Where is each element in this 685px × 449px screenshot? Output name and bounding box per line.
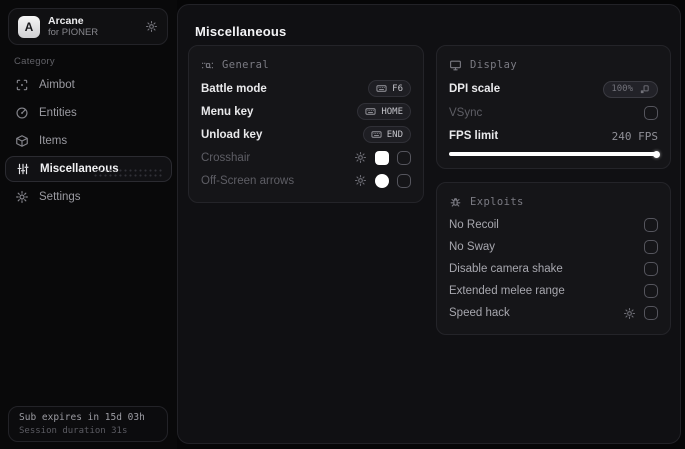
exploits-card-header: Exploits bbox=[449, 192, 658, 212]
general-row: Unload key END bbox=[201, 123, 411, 146]
vsync-checkbox[interactable] bbox=[644, 106, 658, 120]
sidebar-item-settings[interactable]: Settings bbox=[0, 183, 177, 211]
session-duration-text: Session duration 31s bbox=[19, 426, 128, 436]
fps-limit-label: FPS limit bbox=[449, 130, 499, 142]
setting-label: Menu key bbox=[201, 105, 254, 118]
exploit-label: Extended melee range bbox=[449, 285, 565, 297]
keyboard-icon bbox=[376, 83, 387, 94]
general-card-header: General bbox=[201, 55, 411, 75]
sidebar-item-label: Items bbox=[39, 135, 68, 147]
sidebar: A Arcane for PIONER Category Aimbot Entit… bbox=[0, 0, 177, 449]
general-card: General Battle mode F6 Menu key HOME Unload … bbox=[188, 45, 424, 203]
page-title: Miscellaneous bbox=[195, 24, 287, 39]
sidebar-item-items[interactable]: Items bbox=[0, 127, 177, 155]
setting-checkbox[interactable] bbox=[397, 150, 411, 165]
keybind-chip[interactable]: F6 bbox=[368, 80, 411, 97]
exploit-checkbox[interactable] bbox=[644, 262, 658, 276]
display-card-title: Display bbox=[470, 59, 518, 71]
exploit-label: Disable camera shake bbox=[449, 263, 563, 275]
exploit-row: Extended melee range bbox=[449, 280, 658, 302]
fps-limit-slider[interactable] bbox=[449, 150, 660, 158]
sliders-icon bbox=[201, 59, 214, 72]
keybind-value: F6 bbox=[392, 83, 403, 94]
bug-icon bbox=[449, 196, 462, 209]
keybind-chip[interactable]: END bbox=[362, 126, 411, 143]
color-swatch[interactable] bbox=[375, 150, 389, 165]
vsync-label: VSync bbox=[449, 107, 483, 119]
setting-checkbox[interactable] bbox=[397, 173, 411, 188]
general-row: Crosshair bbox=[201, 146, 411, 169]
category-label: Category bbox=[14, 56, 55, 67]
gear-icon[interactable] bbox=[354, 174, 367, 187]
gear-icon bbox=[15, 190, 29, 204]
app-subtitle: for PIONER bbox=[48, 27, 99, 38]
keybind-value: HOME bbox=[381, 106, 403, 117]
sub-expiry-text: Sub expires in 15d 03h bbox=[19, 412, 145, 423]
sidebar-item-entities[interactable]: Entities bbox=[0, 99, 177, 127]
dpi-scale-value: 100% bbox=[611, 84, 633, 94]
exploits-card: Exploits No Recoil No Sway Disable camera … bbox=[436, 182, 671, 335]
exploit-label: No Recoil bbox=[449, 219, 499, 231]
general-rows: Battle mode F6 Menu key HOME Unload key END Cr… bbox=[201, 77, 411, 192]
monitor-icon bbox=[449, 59, 462, 72]
exploit-checkbox[interactable] bbox=[644, 306, 658, 320]
sidebar-nav: Aimbot Entities Items Miscellaneous Settings bbox=[0, 71, 177, 211]
sidebar-item-label: Entities bbox=[39, 107, 77, 119]
gear-icon[interactable] bbox=[145, 20, 158, 33]
display-card: Display DPI scale 100% VSync FPS limit 2… bbox=[436, 45, 671, 169]
display-card-header: Display bbox=[449, 55, 658, 75]
dpi-scale-select[interactable]: 100% bbox=[603, 80, 658, 98]
brand-card: A Arcane for PIONER bbox=[8, 8, 168, 45]
cards-grid: General Battle mode F6 Menu key HOME Unload … bbox=[188, 45, 671, 335]
setting-label: Battle mode bbox=[201, 82, 267, 95]
app-logo: A bbox=[18, 15, 40, 38]
exploit-label: Speed hack bbox=[449, 307, 510, 319]
dpi-scale-label: DPI scale bbox=[449, 83, 501, 95]
fps-limit-row: FPS limit 240 FPS bbox=[449, 125, 658, 147]
radar-icon bbox=[15, 106, 29, 120]
crosshair-icon bbox=[15, 78, 29, 92]
setting-label: Off-Screen arrows bbox=[201, 174, 295, 187]
package-icon bbox=[15, 134, 29, 148]
color-swatch[interactable] bbox=[375, 173, 389, 188]
sliders-icon bbox=[16, 162, 30, 176]
sidebar-item-miscellaneous[interactable]: Miscellaneous bbox=[5, 156, 172, 182]
exploit-label: No Sway bbox=[449, 241, 496, 253]
fps-limit-value: 240 FPS bbox=[611, 129, 658, 143]
sidebar-item-aimbot[interactable]: Aimbot bbox=[0, 71, 177, 99]
scale-icon bbox=[639, 84, 650, 95]
exploit-checkbox[interactable] bbox=[644, 218, 658, 232]
exploits-card-title: Exploits bbox=[470, 196, 524, 208]
fps-slider-knob[interactable] bbox=[653, 150, 660, 158]
general-row: Battle mode F6 bbox=[201, 77, 411, 100]
keybind-value: END bbox=[386, 129, 403, 140]
fps-slider-track bbox=[449, 152, 658, 156]
exploit-checkbox[interactable] bbox=[644, 284, 658, 298]
gear-icon[interactable] bbox=[623, 307, 636, 320]
app-name: Arcane bbox=[48, 15, 84, 27]
general-row: Off-Screen arrows bbox=[201, 169, 411, 192]
setting-label: Crosshair bbox=[201, 151, 251, 164]
exploit-row: No Sway bbox=[449, 236, 658, 258]
exploit-row: Disable camera shake bbox=[449, 258, 658, 280]
keybind-chip[interactable]: HOME bbox=[357, 103, 411, 120]
main-panel: Miscellaneous General Battle mode F6 Menu … bbox=[177, 4, 681, 444]
keyboard-icon bbox=[371, 129, 382, 140]
brand-text: Arcane for PIONER bbox=[48, 15, 98, 38]
sidebar-item-label: Settings bbox=[39, 191, 81, 203]
gear-icon[interactable] bbox=[354, 151, 367, 164]
general-row: Menu key HOME bbox=[201, 100, 411, 123]
setting-label: Unload key bbox=[201, 128, 263, 141]
general-card-title: General bbox=[222, 59, 270, 71]
exploit-checkbox[interactable] bbox=[644, 240, 658, 254]
keyboard-icon bbox=[365, 106, 376, 117]
exploit-row: No Recoil bbox=[449, 214, 658, 236]
dpi-scale-row: DPI scale 100% bbox=[449, 77, 658, 101]
exploit-row: Speed hack bbox=[449, 302, 658, 324]
vsync-row: VSync bbox=[449, 101, 658, 125]
sidebar-item-label: Aimbot bbox=[39, 79, 75, 91]
exploit-rows: No Recoil No Sway Disable camera shake Exte… bbox=[449, 214, 658, 324]
subscription-info: Sub expires in 15d 03h Session duration … bbox=[8, 406, 168, 442]
sidebar-item-label: Miscellaneous bbox=[40, 163, 119, 175]
